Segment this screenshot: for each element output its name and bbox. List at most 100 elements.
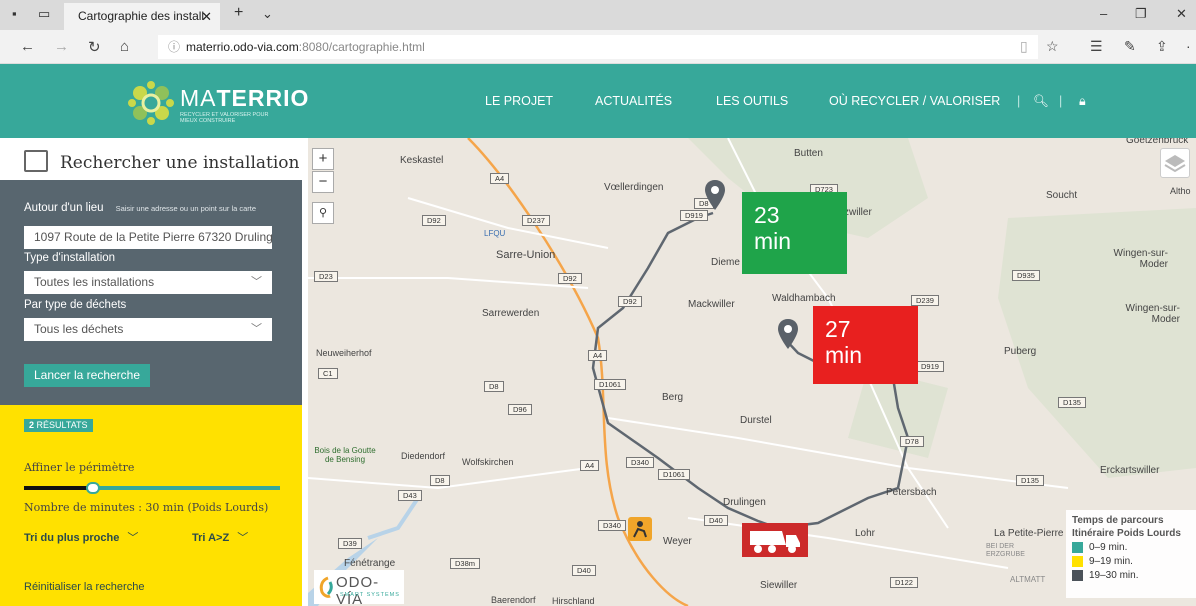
place-label: Wingen-sur-Moder bbox=[1125, 303, 1180, 325]
road-shield: D23 bbox=[314, 271, 338, 282]
place-label: Waldhambach bbox=[772, 293, 836, 304]
search-form: Autour d'un lieu Saisir une adresse ou un… bbox=[0, 180, 302, 405]
zoom-in-button[interactable]: + bbox=[312, 148, 334, 170]
odovia-logo[interactable]: ODO-VÍA SMART SYSTEMS bbox=[314, 570, 404, 606]
legend-item: 9–19 min. bbox=[1072, 555, 1190, 568]
legend-title: Temps de parcours bbox=[1072, 515, 1164, 526]
restore-icon[interactable]: ❐ bbox=[1135, 6, 1147, 22]
more-icon[interactable]: · bbox=[1186, 38, 1191, 54]
road-shield: D1061 bbox=[594, 379, 627, 390]
place-label: Goetzenbruck bbox=[1126, 138, 1189, 146]
sort-nearest[interactable]: Tri du plus proche ﹀ bbox=[24, 529, 138, 545]
installation-type-select[interactable]: Toutes les installations ﹀ bbox=[24, 271, 272, 294]
location-pin-icon[interactable] bbox=[705, 180, 725, 210]
favorites-hub-icon[interactable]: ☰ bbox=[1090, 38, 1103, 55]
road-shield: D43 bbox=[398, 490, 422, 501]
zoom-out-button[interactable]: − bbox=[312, 171, 334, 193]
search-button[interactable]: Lancer la recherche bbox=[24, 364, 150, 387]
legend-subtitle: Itinéraire Poids Lourds bbox=[1072, 528, 1181, 539]
locate-marker-button[interactable]: ⚲ bbox=[312, 202, 334, 224]
place-label: Puberg bbox=[1004, 346, 1037, 357]
materrio-logo-icon bbox=[128, 81, 174, 125]
road-shield: A4 bbox=[490, 173, 510, 184]
nav-ou-recycler[interactable]: OÙ RECYCLER / VALORISER bbox=[829, 94, 1000, 108]
waste-label: Par type de déchets bbox=[24, 299, 127, 311]
nav-le-projet[interactable]: LE PROJET bbox=[485, 94, 553, 108]
waste-type-select[interactable]: Tous les déchets ﹀ bbox=[24, 318, 272, 341]
travel-time-unit: min bbox=[754, 228, 792, 254]
location-input[interactable]: 1097 Route de la Petite Pierre 67320 Dru… bbox=[24, 226, 272, 249]
nav-actualites[interactable]: ACTUALITÉS bbox=[595, 94, 672, 108]
close-tab-icon[interactable]: ✕ bbox=[201, 3, 212, 30]
type-label: Type d'installation bbox=[24, 252, 116, 264]
road-shield: D78 bbox=[900, 436, 924, 447]
place-label: BEI DER ERZGRUBE bbox=[986, 543, 1025, 558]
close-window-icon[interactable]: ✕ bbox=[1176, 6, 1187, 22]
place-label: Baerendorf bbox=[491, 595, 536, 605]
nav-les-outils[interactable]: LES OUTILS bbox=[716, 94, 788, 108]
new-tab-icon[interactable]: + bbox=[234, 4, 243, 22]
results-panel: 2 RÉSULTATS Affiner le périmètre Nombre … bbox=[0, 405, 302, 606]
location-pin-icon[interactable] bbox=[778, 319, 798, 349]
road-shield: D92 bbox=[422, 215, 446, 226]
travel-time-unit: min bbox=[825, 342, 863, 368]
odovia-logo-icon bbox=[319, 576, 333, 598]
road-shield: D919 bbox=[916, 361, 944, 372]
url-field[interactable]: ⓘ materrio.odo-via.com:8080/cartographie.… bbox=[158, 35, 1038, 59]
road-shield: D38m bbox=[450, 558, 481, 569]
dump-truck-icon[interactable] bbox=[742, 523, 808, 557]
layers-button[interactable] bbox=[1160, 148, 1190, 178]
road-shield: A4 bbox=[580, 460, 600, 471]
favorite-star-icon[interactable]: ☆ bbox=[1046, 38, 1059, 55]
map[interactable]: + − ⚲ Keskastel Butten Vœllerdingen Goet… bbox=[308, 138, 1196, 606]
minimize-icon[interactable]: – bbox=[1100, 6, 1107, 21]
place-label: zwiller bbox=[844, 207, 872, 218]
road-shield: D340 bbox=[626, 457, 654, 468]
road-shield: D237 bbox=[522, 215, 550, 226]
minutes-label: Nombre de minutes : 30 min (Poids Lourds… bbox=[24, 501, 269, 514]
share-icon[interactable]: ⇪ bbox=[1156, 38, 1168, 55]
search-icon[interactable]: 🔍︎ bbox=[1033, 94, 1049, 109]
roadworks-icon[interactable] bbox=[628, 517, 652, 541]
pen-icon[interactable]: ✎ bbox=[1124, 38, 1136, 55]
place-label: Altho bbox=[1170, 186, 1191, 196]
materrio-logo[interactable]: MATERRIO RECYCLER ET VALORISER POUR MIEU… bbox=[128, 81, 308, 125]
map-legend: Temps de parcours Itinéraire Poids Lourd… bbox=[1066, 510, 1196, 598]
layers-icon bbox=[1164, 155, 1186, 173]
road-shield: D1061 bbox=[658, 469, 691, 480]
road-shield: D340 bbox=[598, 520, 626, 531]
odovia-subtitle: SMART SYSTEMS bbox=[340, 592, 400, 598]
home-icon[interactable]: ⌂ bbox=[120, 38, 129, 55]
place-label: Soucht bbox=[1046, 190, 1078, 201]
chevron-down-icon: ﹀ bbox=[251, 323, 262, 335]
chevron-down-icon: ﹀ bbox=[251, 276, 262, 288]
lock-icon[interactable]: 🔒︎ bbox=[1079, 94, 1086, 109]
legend-item: 0–9 min. bbox=[1072, 541, 1190, 554]
place-label: Petersbach bbox=[886, 487, 937, 498]
place-label: Wingen-sur-Moder bbox=[1113, 248, 1168, 270]
place-label: Sarrewerden bbox=[482, 308, 540, 319]
road-shield: D92 bbox=[618, 296, 642, 307]
chevron-down-icon[interactable]: ⌄ bbox=[262, 6, 273, 22]
back-icon[interactable]: ← bbox=[20, 38, 35, 55]
road-shield: D8 bbox=[484, 381, 504, 392]
reading-view-icon[interactable]: ▯ bbox=[1020, 38, 1028, 55]
forward-icon[interactable]: → bbox=[54, 38, 69, 55]
location-hint: Saisir une adresse ou un point sur la ca… bbox=[115, 204, 257, 213]
slider-fill bbox=[24, 486, 94, 490]
sort-az[interactable]: Tri A>Z ﹀ bbox=[192, 529, 248, 545]
tab-menu-icon[interactable]: ▪ bbox=[12, 6, 17, 21]
browser-tab[interactable]: Cartographie des install ✕ bbox=[64, 3, 220, 30]
url-path: :8080/cartographie.html bbox=[298, 40, 425, 54]
place-label: Durstel bbox=[740, 415, 772, 426]
road-shield: A4 bbox=[588, 350, 608, 361]
tab-aside-icon[interactable]: ▭ bbox=[38, 6, 50, 22]
road-shield: D40 bbox=[704, 515, 728, 526]
slider-handle[interactable] bbox=[86, 482, 101, 494]
place-label: La Petite-Pierre bbox=[994, 528, 1064, 539]
place-label: Butten bbox=[794, 148, 823, 159]
refresh-icon[interactable]: ↻ bbox=[88, 38, 101, 56]
reset-search-link[interactable]: Réinitialiser la recherche bbox=[24, 581, 144, 593]
perimeter-slider[interactable] bbox=[24, 482, 280, 494]
place-label: Dieme bbox=[711, 257, 740, 268]
